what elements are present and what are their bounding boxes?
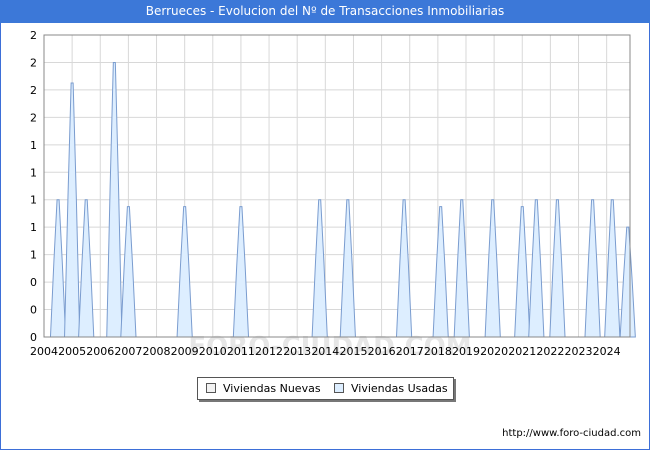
y-axis-ticks: 0 0 0 1 1 1 1 1 2 2 2 2 — [30, 29, 37, 344]
x-tick-label: 2005 — [58, 345, 86, 358]
x-tick-label: 2008 — [143, 345, 171, 358]
y-tick-label: 1 — [30, 221, 37, 234]
y-tick-label: 0 — [30, 304, 37, 317]
used-peak-area — [232, 206, 250, 338]
legend-swatch-new — [206, 383, 216, 393]
x-axis-ticks: 2004 2005 2006 2007 2008 2009 2010 2011 2012 2013… — [30, 345, 621, 358]
y-tick-label: 1 — [30, 166, 37, 179]
y-tick-label: 1 — [30, 139, 37, 152]
x-tick-label: 2015 — [339, 345, 367, 358]
y-tick-label: 2 — [30, 29, 37, 42]
used-peak-area — [528, 199, 545, 338]
legend-item-new: Viviendas Nuevas — [206, 382, 321, 395]
legend-label-new: Viviendas Nuevas — [223, 382, 321, 395]
used-peak-area — [120, 206, 137, 338]
used-peak-area — [453, 199, 470, 338]
legend-swatch-used — [334, 383, 344, 393]
footer-url: http://www.foro-ciudad.com — [502, 428, 641, 439]
used-peak-area — [64, 82, 81, 338]
x-tick-label: 2021 — [508, 345, 536, 358]
x-tick-label: 2014 — [311, 345, 339, 358]
used-peak-area — [549, 199, 566, 338]
used-peak-area — [432, 206, 449, 338]
legend-label-used: Viviendas Usadas — [351, 382, 448, 395]
used-peak-area — [514, 206, 531, 338]
used-peak-area — [49, 199, 67, 338]
y-tick-label: 0 — [30, 276, 37, 289]
y-tick-label: 2 — [30, 111, 37, 124]
x-tick-label: 2013 — [283, 345, 311, 358]
x-tick-label: 2006 — [86, 345, 114, 358]
x-tick-label: 2011 — [227, 345, 255, 358]
x-tick-label: 2016 — [368, 345, 396, 358]
legend: Viviendas Nuevas Viviendas Usadas — [197, 377, 454, 400]
x-tick-label: 2022 — [536, 345, 564, 358]
x-tick-label: 2004 — [30, 345, 58, 358]
x-tick-label: 2010 — [199, 345, 227, 358]
x-tick-label: 2020 — [480, 345, 508, 358]
x-tick-label: 2024 — [593, 345, 621, 358]
used-peak-area — [176, 206, 193, 338]
x-tick-label: 2009 — [171, 345, 199, 358]
y-tick-label: 2 — [30, 84, 37, 97]
x-tick-label: 2007 — [114, 345, 142, 358]
y-tick-label: 1 — [30, 194, 37, 207]
used-peak-area — [78, 199, 95, 338]
legend-item-used: Viviendas Usadas — [334, 382, 448, 395]
x-tick-label: 2018 — [424, 345, 452, 358]
x-tick-label: 2012 — [255, 345, 283, 358]
x-tick-label: 2023 — [565, 345, 593, 358]
y-tick-label: 2 — [30, 56, 37, 69]
used-peak-area — [484, 199, 501, 338]
y-tick-label: 1 — [30, 249, 37, 262]
y-tick-label: 0 — [30, 331, 37, 344]
x-tick-label: 2019 — [452, 345, 480, 358]
x-tick-label: 2017 — [396, 345, 424, 358]
used-peak-area — [584, 199, 601, 338]
